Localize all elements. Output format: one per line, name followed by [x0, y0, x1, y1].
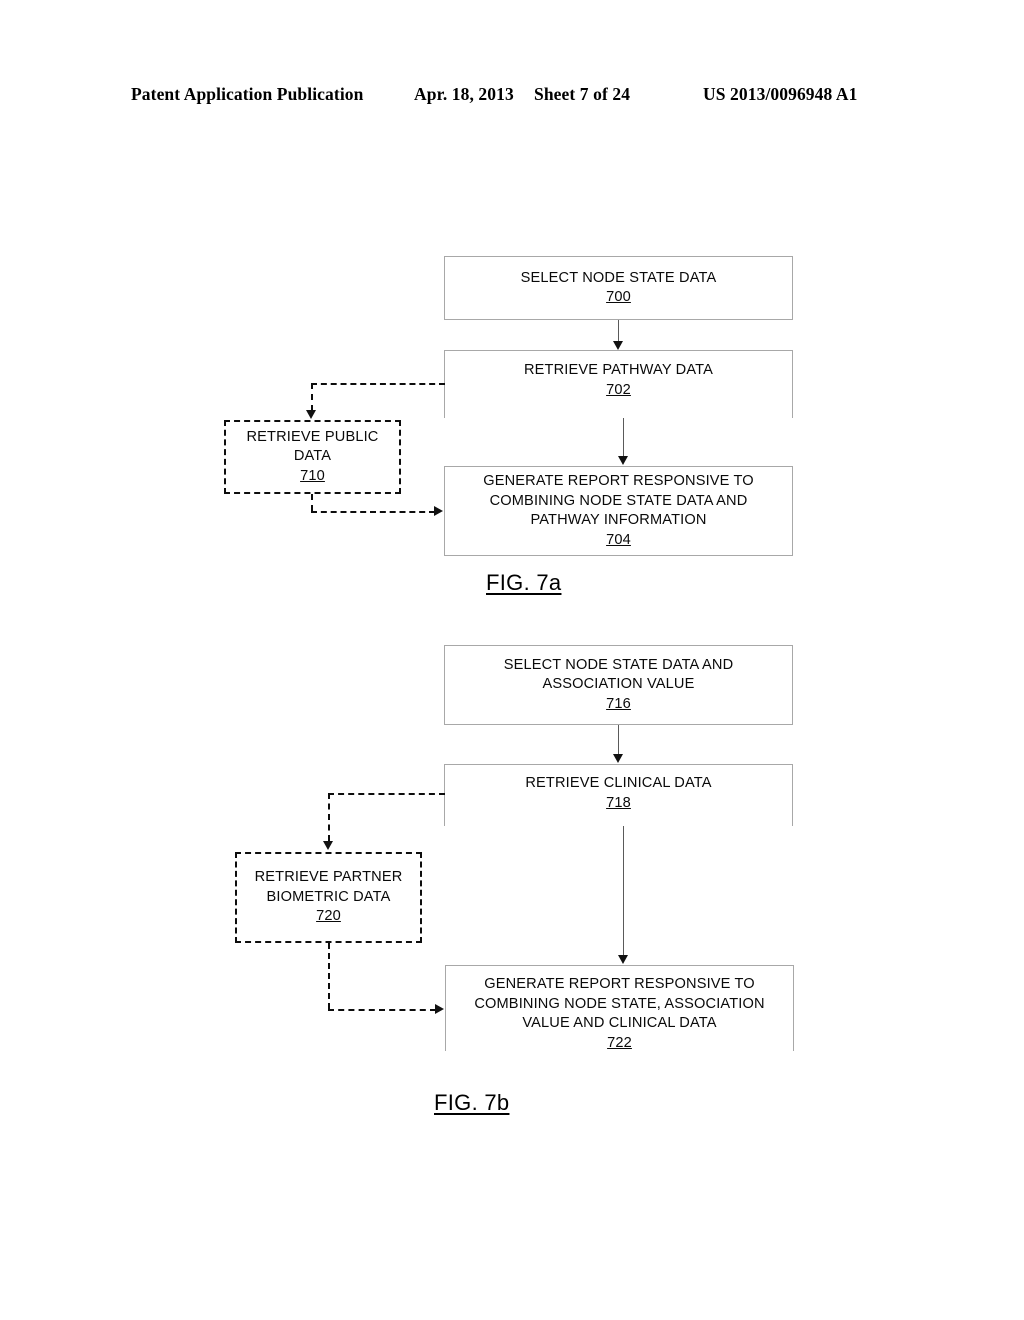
page-header: Patent Application Publication Apr. 18, …	[0, 84, 1024, 112]
flow-box-722-text: GENERATE REPORT RESPONSIVE TO COMBINING …	[474, 976, 765, 1031]
connector-718-720-arrow	[322, 841, 333, 850]
flow-box-702-text: RETRIEVE PATHWAY DATA	[523, 362, 714, 378]
connector-710-704-hline	[311, 511, 435, 513]
header-publication-label: Patent Application Publication	[131, 84, 364, 104]
connector-710-704-vline	[311, 494, 313, 511]
connector-702-710-vline	[311, 383, 313, 411]
connector-710-704-arrow	[434, 505, 443, 516]
connector-718-720-vline	[328, 793, 330, 841]
connector-700-702-line	[618, 320, 619, 342]
flow-box-704-text: GENERATE REPORT RESPONSIVE TO COMBINING …	[483, 473, 754, 528]
flow-box-710-refnum: 710	[300, 467, 325, 484]
figure-7b-caption: FIG. 7b	[434, 1090, 510, 1115]
flow-box-716-text: SELECT NODE STATE DATA AND ASSOCIATION V…	[503, 656, 734, 693]
figure-7a-caption: FIG. 7a	[486, 570, 562, 595]
connector-720-722-arrow	[435, 1003, 444, 1014]
flow-box-710-text: RETRIEVE PUBLIC DATA	[246, 428, 379, 465]
connector-702-710-arrow	[305, 410, 316, 419]
flow-box-704-refnum: 704	[606, 531, 631, 548]
flow-box-720-text: RETRIEVE PARTNER BIOMETRIC DATA	[254, 869, 403, 905]
connector-702-704-line	[623, 418, 624, 456]
flow-box-710: RETRIEVE PUBLIC DATA 710	[224, 420, 401, 494]
connector-718-722-arrow	[617, 955, 628, 964]
connector-702-704-arrow	[617, 456, 628, 465]
flow-box-720-refnum: 720	[316, 908, 341, 925]
connector-718-720-hline	[328, 793, 445, 795]
flow-box-704: GENERATE REPORT RESPONSIVE TO COMBINING …	[444, 466, 793, 556]
flow-box-722: GENERATE REPORT RESPONSIVE TO COMBINING …	[445, 965, 794, 1051]
header-sheet-label: Sheet 7 of 24	[534, 84, 631, 104]
flow-box-718-text: RETRIEVE CLINICAL DATA	[525, 775, 712, 791]
flow-box-702: RETRIEVE PATHWAY DATA 702	[444, 350, 793, 418]
flow-box-722-refnum: 722	[607, 1034, 632, 1051]
flow-box-716-refnum: 716	[606, 695, 631, 712]
header-patent-number: US 2013/0096948 A1	[703, 84, 858, 104]
connector-702-710-hline	[311, 383, 445, 385]
flow-box-716: SELECT NODE STATE DATA AND ASSOCIATION V…	[444, 645, 793, 725]
connector-716-718-line	[618, 725, 619, 755]
connector-700-702-arrow	[612, 341, 623, 350]
connector-720-722-hline	[328, 1009, 436, 1011]
flow-box-718-refnum: 718	[606, 794, 631, 811]
flow-box-718: RETRIEVE CLINICAL DATA 718	[444, 764, 793, 826]
connector-720-722-vline	[328, 943, 330, 1009]
flow-box-702-refnum: 702	[606, 381, 631, 398]
flow-box-700-text: SELECT NODE STATE DATA	[520, 269, 717, 286]
connector-718-722-line	[623, 826, 624, 955]
connector-716-718-arrow	[612, 754, 623, 763]
flow-box-700: SELECT NODE STATE DATA 700	[444, 256, 793, 320]
flow-box-720: RETRIEVE PARTNER BIOMETRIC DATA 720	[235, 852, 422, 943]
header-date-label: Apr. 18, 2013	[414, 84, 514, 104]
flow-box-700-refnum: 700	[606, 289, 631, 305]
